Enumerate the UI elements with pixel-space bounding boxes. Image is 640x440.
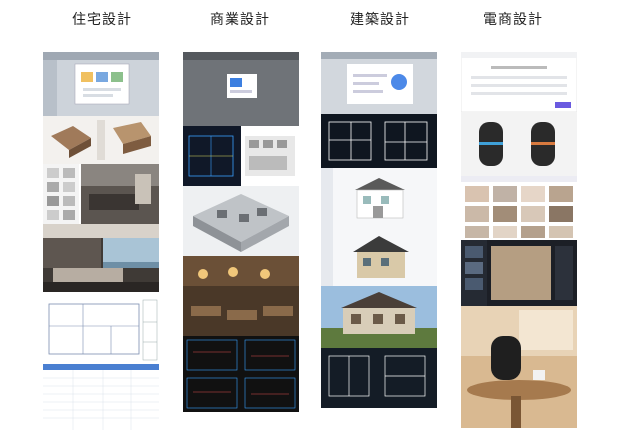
tile-catalog-grid[interactable] [461,176,577,240]
column-title-architectural: 建築設計 [350,12,410,28]
tile-restaurant-render[interactable] [183,256,299,336]
tile-dark-elevation-plans[interactable] [321,348,437,408]
tile-web-form[interactable] [461,52,577,112]
tile-villa-3d-white[interactable] [321,168,437,228]
column-architectural [321,52,437,408]
tile-quotation-table[interactable] [43,364,159,430]
tile-living-room-render[interactable] [43,224,159,292]
tile-villa-3d-roof[interactable] [321,228,437,286]
column-ecommerce [461,52,577,428]
tile-speaker-lifestyle[interactable] [461,306,577,428]
tile-software-dialog-dark[interactable] [183,52,299,126]
tile-villa-photo-render[interactable] [321,286,437,348]
tile-commercial-floorplan[interactable] [183,126,299,186]
column-title-commercial: 商業設計 [210,12,270,28]
tile-furniture-library[interactable] [43,164,159,224]
tile-speaker-products[interactable] [461,112,577,176]
tile-software-dialog-blue[interactable] [321,52,437,114]
tile-office-3d-model[interactable] [183,186,299,256]
tile-dark-cad-sheets[interactable] [183,336,299,412]
tile-dark-editor[interactable] [461,240,577,306]
column-commercial [183,52,299,412]
tile-cad-drawing[interactable] [43,292,159,364]
column-title-ecommerce: 電商設計 [483,12,543,28]
column-residential [43,52,159,430]
column-title-residential: 住宅設計 [72,12,132,28]
tile-isometric-floorplans[interactable] [43,116,159,164]
tile-software-dialog[interactable] [43,52,159,116]
tile-building-floorplans[interactable] [321,114,437,168]
